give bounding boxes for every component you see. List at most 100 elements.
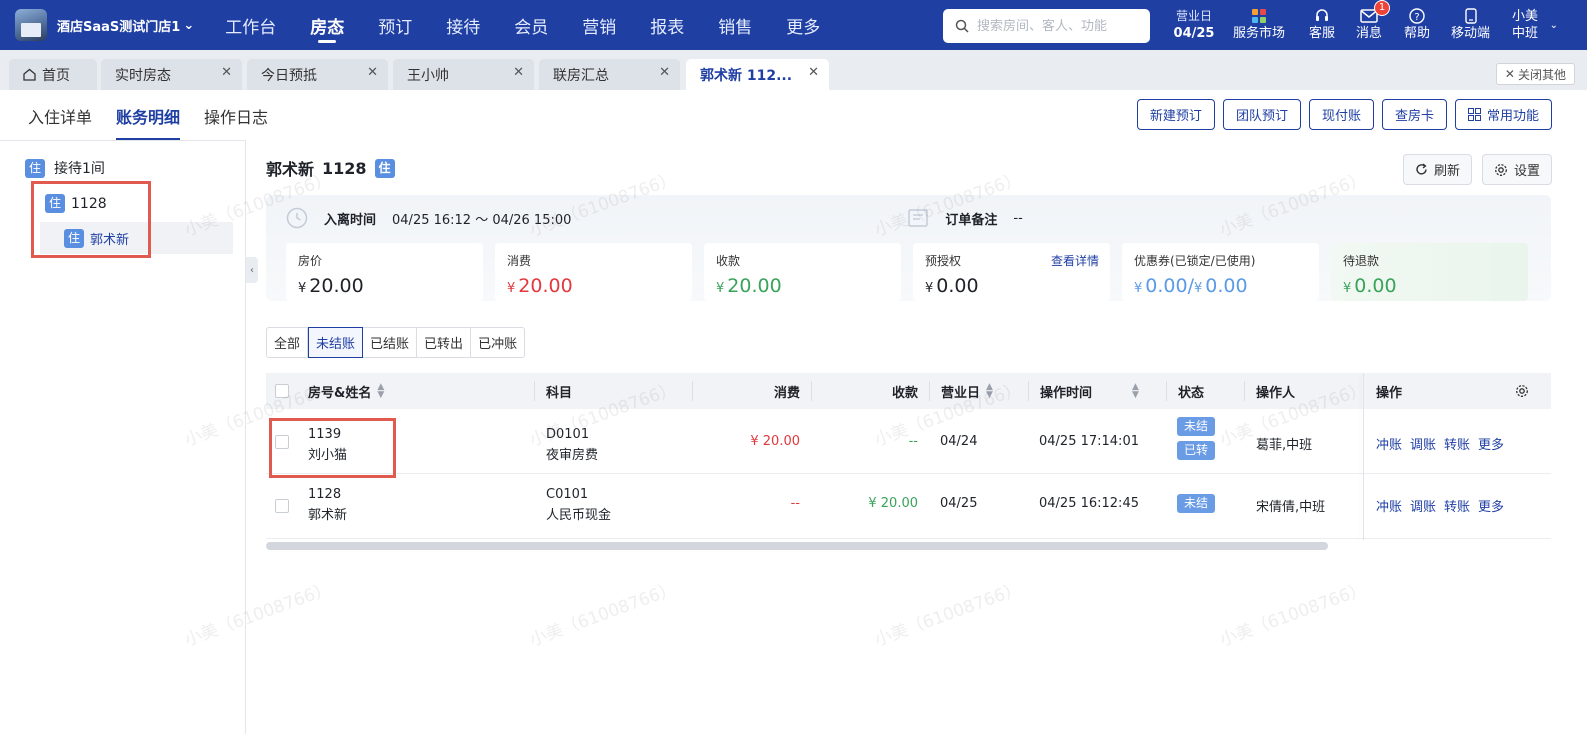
common-functions-button[interactable]: 常用功能: [1454, 99, 1552, 130]
reverse-link[interactable]: 冲账: [1376, 434, 1402, 453]
nav-sales[interactable]: 销售: [701, 0, 769, 50]
subtab-operation-log[interactable]: 操作日志: [204, 104, 268, 140]
help-button[interactable]: ? 帮助: [1404, 6, 1430, 42]
tab-realtime-status[interactable]: 实时房态 ✕: [101, 59, 242, 90]
messages-button[interactable]: 1 消息: [1356, 0, 1391, 42]
message-count-badge: 1: [1374, 0, 1391, 16]
filter-settled[interactable]: 已结账: [363, 328, 418, 357]
mobile-button[interactable]: 移动端: [1451, 6, 1490, 42]
room-number: 1128: [322, 158, 367, 178]
nav-booking[interactable]: 预订: [361, 0, 429, 50]
watermark: 小美（61008766）: [872, 579, 1025, 651]
card-label: 优惠券(已锁定/已使用): [1134, 254, 1256, 268]
settings-button[interactable]: 设置: [1481, 154, 1552, 185]
close-icon[interactable]: ✕: [659, 65, 670, 80]
nav-member[interactable]: 会员: [497, 0, 565, 50]
table-row[interactable]: 1128 郭术新 C0101 人民币现金 -- ¥ 20.00 04/25 04…: [266, 474, 1551, 539]
subtab-account-detail[interactable]: 账务明细: [116, 104, 181, 140]
row-checkbox[interactable]: [275, 499, 289, 513]
collapse-panel-button[interactable]: ‹: [246, 257, 258, 283]
business-day-value: 04/25: [1173, 26, 1215, 41]
card-pending-refund: 待退款 ¥0.00: [1331, 243, 1528, 301]
transfer-link[interactable]: 转账: [1444, 496, 1470, 515]
user-menu[interactable]: 小美 中班 ⌄: [1512, 8, 1558, 42]
adjust-link[interactable]: 调账: [1410, 434, 1436, 453]
close-icon[interactable]: ✕: [221, 65, 232, 80]
transfer-link[interactable]: 转账: [1444, 434, 1470, 453]
svg-text:?: ?: [1414, 12, 1419, 23]
reverse-link[interactable]: 冲账: [1376, 496, 1402, 515]
grid-icon: [1467, 108, 1481, 121]
nav-reception[interactable]: 接待: [429, 0, 497, 50]
close-icon[interactable]: ✕: [513, 65, 524, 80]
col-consume: 消费: [773, 385, 800, 401]
tab-label: 联房汇总: [553, 67, 609, 84]
cell-operator: 葛菲,中班: [1256, 438, 1313, 453]
cell-optime: 04/25 17:14:01: [1039, 434, 1139, 449]
tab-guest-wang[interactable]: 王小帅 ✕: [393, 59, 534, 90]
tab-today-arrivals[interactable]: 今日预抵 ✕: [247, 59, 388, 90]
check-room-card-button[interactable]: 查房卡: [1381, 99, 1447, 130]
nav-marketing[interactable]: 营销: [565, 0, 633, 50]
tree-group[interactable]: 住 接待1间: [25, 158, 105, 178]
filter-all[interactable]: 全部: [267, 328, 309, 357]
card-receipt: 收款 ¥20.00: [704, 243, 901, 301]
close-icon[interactable]: ✕: [367, 65, 378, 80]
subtab-checkin-detail[interactable]: 入住详单: [28, 104, 92, 140]
card-label: 待退款: [1343, 254, 1380, 268]
hotel-logo[interactable]: [15, 9, 47, 41]
card-value: ¥20.00: [298, 275, 364, 297]
cell-operator: 宋倩倩,中班: [1256, 500, 1326, 515]
order-remark-value: --: [1013, 210, 1023, 226]
more-link[interactable]: 更多: [1478, 496, 1504, 515]
filter-transferred[interactable]: 已转出: [417, 328, 472, 357]
nav-more[interactable]: 更多: [769, 0, 837, 50]
main-nav: 工作台 房态 预订 接待 会员 营销 报表 销售 更多: [208, 0, 837, 50]
close-icon[interactable]: ✕: [808, 65, 819, 80]
filter-reversed[interactable]: 已冲账: [471, 328, 524, 357]
search-input[interactable]: [977, 18, 1147, 34]
refresh-button[interactable]: 刷新: [1402, 154, 1472, 185]
table-header: 房号&姓名 ▲ ▼ 科目 消费 收款 营业日 ▲ ▼ 操作时间 ▲ ▼ 状态 操作人 操作: [266, 373, 1551, 409]
stay-info-panel: 入离时间 04/25 16:12 ～ 04/26 15:00 订单备注 -- 房…: [266, 195, 1551, 301]
group-booking-button[interactable]: 团队预订: [1222, 99, 1301, 130]
tab-home[interactable]: 首页: [9, 59, 97, 90]
tab-linked-rooms[interactable]: 联房汇总 ✕: [539, 59, 680, 90]
column-settings-button[interactable]: [1515, 373, 1529, 409]
col-receive: 收款: [891, 385, 918, 401]
new-booking-button[interactable]: 新建预订: [1136, 99, 1215, 130]
card-consumption: 消费 ¥20.00: [495, 243, 692, 301]
card-label: 收款: [716, 254, 741, 268]
cell-status: 未结 已转: [1177, 417, 1215, 465]
adjust-link[interactable]: 调账: [1410, 496, 1436, 515]
filter-unsettled[interactable]: 未结账: [308, 327, 364, 358]
tab-guest-guo[interactable]: 郭术新 112... ✕: [686, 59, 829, 90]
clock-icon: [286, 207, 308, 229]
customer-service-button[interactable]: 客服: [1309, 6, 1335, 42]
account-table: 房号&姓名 ▲ ▼ 科目 消费 收款 营业日 ▲ ▼ 操作时间 ▲ ▼ 状态 操作人 操作: [266, 373, 1551, 539]
cell-room-name: 1128 郭术新: [308, 484, 347, 526]
nav-reports[interactable]: 报表: [633, 0, 701, 50]
close-others-button[interactable]: ✕ 关闭其他: [1495, 63, 1575, 85]
select-all-checkbox[interactable]: [275, 384, 289, 398]
global-search[interactable]: [943, 9, 1150, 43]
nav-room-status[interactable]: 房态: [293, 0, 361, 50]
view-details-link[interactable]: 查看详情: [1051, 252, 1099, 269]
service-market-button[interactable]: 服务市场: [1233, 6, 1285, 42]
cash-account-button[interactable]: 现付账: [1308, 99, 1374, 130]
cell-bizday: 04/25: [940, 496, 978, 511]
horizontal-scrollbar[interactable]: [266, 542, 1328, 550]
table-row[interactable]: 1139 刘小猫 D0101 夜审房费 ¥ 20.00 -- 04/24 04/…: [266, 409, 1551, 474]
stay-tag: 住: [25, 158, 45, 178]
store-switcher[interactable]: 酒店SaaS测试门店1 ⌄: [57, 16, 194, 35]
col-room-name[interactable]: 房号&姓名 ▲ ▼: [308, 373, 384, 409]
col-bizday[interactable]: 营业日 ▲ ▼: [941, 373, 993, 409]
more-link[interactable]: 更多: [1478, 434, 1504, 453]
chevron-down-icon: ⌄: [183, 17, 195, 33]
sort-icon: ▲ ▼: [377, 382, 385, 400]
col-optime[interactable]: 操作时间 ▲ ▼: [1040, 373, 1139, 409]
sort-icon: ▲ ▼: [1132, 382, 1139, 400]
summary-cards: 房价 ¥20.00 消费 ¥20.00 收款 ¥20.00 预授权 查看详情 ¥…: [286, 243, 1528, 301]
col-actions: 操作: [1376, 385, 1403, 401]
nav-workbench[interactable]: 工作台: [208, 0, 293, 50]
